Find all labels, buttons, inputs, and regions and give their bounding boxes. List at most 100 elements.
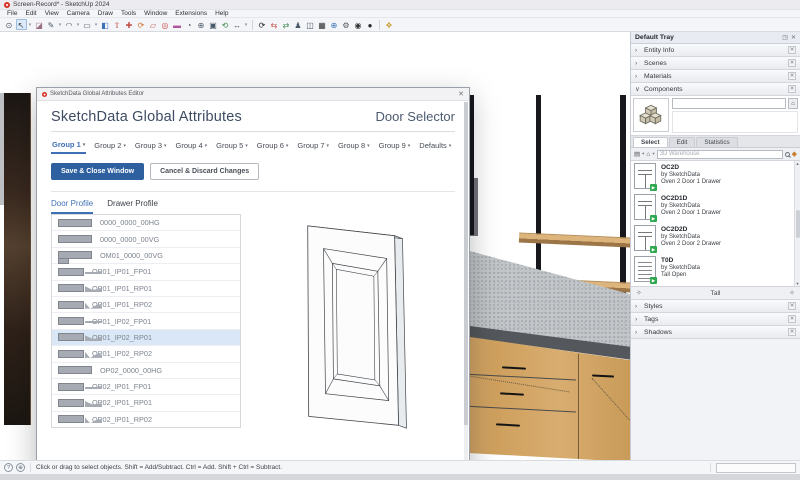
group-tab[interactable]: Group 2 ▾: [93, 137, 127, 154]
profile-list-scrollbar[interactable]: [464, 102, 468, 460]
profile-tab[interactable]: Drawer Profile: [107, 199, 158, 214]
panel-close-icon[interactable]: ✕: [788, 59, 796, 67]
component-list-item[interactable]: ▶ OC2D2D by SketchData Oven 2 Door 2 Dra…: [631, 223, 800, 254]
settings-gear-icon[interactable]: ⚙: [341, 19, 352, 30]
measurements-input[interactable]: [716, 462, 796, 473]
profile-list-item[interactable]: OP01_IP02_RP01: [52, 329, 240, 347]
orbit-icon[interactable]: ⟳: [257, 19, 268, 30]
group-tab[interactable]: Group 3 ▾: [134, 137, 168, 154]
orbit-tool-icon[interactable]: ⟲: [220, 19, 231, 30]
pin-icon[interactable]: ◳: [782, 34, 788, 41]
save-close-button[interactable]: Save & Close Window: [51, 163, 145, 180]
zoom-tool-icon[interactable]: ⊕: [196, 19, 207, 30]
tray-panel-header[interactable]: › Entity Info ✕: [631, 44, 800, 57]
components-tab[interactable]: Select: [633, 137, 668, 147]
group-tab[interactable]: Group 1 ▾: [51, 137, 87, 154]
warehouse-icon[interactable]: ◆: [792, 150, 797, 158]
help-icon[interactable]: ?: [4, 463, 13, 472]
eraser-tool-icon[interactable]: ◪: [34, 19, 45, 30]
scroll-down-icon[interactable]: ▼: [796, 281, 800, 286]
push-pull-icon[interactable]: ⇧: [112, 19, 123, 30]
next-view-icon[interactable]: ⇄: [281, 19, 292, 30]
dropdown-caret-icon[interactable]: ▾: [28, 19, 33, 30]
profile-list-item[interactable]: OP02_IP01_RP01: [52, 395, 240, 412]
profile-list-item[interactable]: OP01_IP01_FP01: [52, 264, 240, 281]
line-tool-icon[interactable]: ✎: [46, 19, 57, 30]
profile-list-item[interactable]: OP02_IP01_RP02: [52, 412, 240, 427]
profile-list-item[interactable]: 0000_0000_00VG: [52, 231, 240, 248]
help-circle-icon[interactable]: ◉: [353, 19, 364, 30]
components-tab[interactable]: Edit: [668, 137, 696, 147]
component-name-input[interactable]: [672, 98, 786, 109]
tray-panel-header[interactable]: › Tags ✕: [631, 313, 800, 326]
offset-tool-icon[interactable]: ◎: [160, 19, 171, 30]
profile-list-item[interactable]: OP01_IP01_RP02: [52, 297, 240, 314]
select-tool-icon[interactable]: ↖: [15, 19, 27, 30]
group-tab[interactable]: Group 8 ▾: [337, 137, 371, 154]
profile-list-item[interactable]: 0000_0000_00HG: [52, 215, 240, 232]
component-list-item[interactable]: ▶ T1D: [631, 285, 800, 286]
model-viewport[interactable]: SketchData Global Attributes Editor ✕ Sk…: [0, 32, 630, 460]
menu-item[interactable]: View: [41, 10, 63, 18]
profile-list-item[interactable]: OP01_IP02_FP01: [52, 313, 240, 330]
group-tab[interactable]: Group 9 ▾: [378, 137, 412, 154]
tray-panel-header[interactable]: › Scenes ✕: [631, 57, 800, 70]
group-tab[interactable]: Group 6 ▾: [256, 137, 290, 154]
component-list-item[interactable]: ▶ T0D by SketchData Tall Open: [631, 254, 800, 285]
menu-item[interactable]: Extensions: [171, 10, 211, 18]
toolbar-separator[interactable]: [252, 19, 253, 30]
rotate-tool-icon[interactable]: ⟳: [136, 19, 147, 30]
warehouse-search-input[interactable]: [656, 149, 783, 159]
profile-list-item[interactable]: OP02_0000_00HG: [52, 363, 240, 379]
dropdown-caret-icon[interactable]: ▾: [94, 19, 99, 30]
dialog-close-icon[interactable]: ✕: [458, 90, 464, 98]
display-options-icon[interactable]: ▤: [634, 150, 640, 158]
components-scrollbar[interactable]: ▲ ▼: [794, 161, 800, 286]
component-list-item[interactable]: ▶ OC2D by SketchData Oven 2 Door 1 Drawe…: [631, 161, 800, 192]
menu-item[interactable]: Camera: [63, 10, 94, 18]
previous-view-icon[interactable]: ⇆: [269, 19, 280, 30]
profile-list-item[interactable]: OP02_IP01_FP01: [52, 379, 240, 396]
menu-item[interactable]: Help: [211, 10, 232, 18]
in-model-icon[interactable]: ⌂: [646, 151, 650, 158]
search-tool-icon[interactable]: ⊙: [4, 19, 15, 30]
group-tab[interactable]: Group 5 ▾: [215, 137, 249, 154]
close-icon[interactable]: ✕: [791, 34, 796, 41]
group-tab[interactable]: Group 4 ▾: [175, 137, 209, 154]
section-plane-icon[interactable]: ◫: [305, 19, 316, 30]
group-tab[interactable]: Group 7 ▾: [296, 137, 330, 154]
dropdown-caret-icon[interactable]: ▾: [58, 19, 63, 30]
panel-close-icon[interactable]: ✕: [788, 85, 796, 93]
profile-list-item[interactable]: OP01_IP02_RP02: [52, 346, 240, 363]
components-panel-header[interactable]: ∨ Components ✕: [631, 83, 800, 96]
in-model-icon[interactable]: ⌂: [788, 98, 798, 109]
panel-close-icon[interactable]: ✕: [788, 302, 796, 310]
arc-tool-icon[interactable]: ◠: [64, 19, 75, 30]
search-icon[interactable]: [784, 151, 790, 157]
extension-cube-icon[interactable]: ❖: [384, 19, 395, 30]
scrollbar-thumb[interactable]: [464, 102, 468, 425]
chevron-down-icon[interactable]: ▾: [652, 151, 654, 157]
dropdown-caret-icon[interactable]: ▾: [244, 19, 249, 30]
scenes-table-icon[interactable]: ▦: [317, 19, 328, 30]
panel-close-icon[interactable]: ✕: [788, 46, 796, 54]
nav-next-icon[interactable]: ✧: [789, 289, 795, 297]
rectangle-tool-icon[interactable]: ▭: [82, 19, 93, 30]
dropdown-caret-icon[interactable]: ▾: [76, 19, 81, 30]
dialog-titlebar[interactable]: SketchData Global Attributes Editor ✕: [37, 88, 469, 101]
sphere-icon[interactable]: ●: [365, 19, 376, 30]
component-list-item[interactable]: ▶ OC2D1D by SketchData Oven 2 Door 1 Dra…: [631, 192, 800, 223]
profile-list-item[interactable]: OM01_0000_00VG: [52, 248, 240, 265]
paint-bucket-icon[interactable]: ◧: [100, 19, 111, 30]
cancel-discard-button[interactable]: Cancel & Discard Changes: [150, 163, 260, 180]
tray-panel-header[interactable]: › Shadows ✕: [631, 326, 800, 339]
toolbar-separator[interactable]: [379, 19, 380, 30]
scrollbar-thumb[interactable]: [795, 209, 800, 238]
tray-panel-header[interactable]: › Materials ✕: [631, 70, 800, 83]
chevron-down-icon[interactable]: ▾: [642, 151, 644, 157]
panel-close-icon[interactable]: ✕: [788, 315, 796, 323]
menu-item[interactable]: Edit: [21, 10, 40, 18]
pan-tool-icon[interactable]: ↔: [232, 19, 243, 30]
protractor-icon[interactable]: ◔: [184, 19, 195, 30]
scroll-up-icon[interactable]: ▲: [796, 161, 800, 166]
